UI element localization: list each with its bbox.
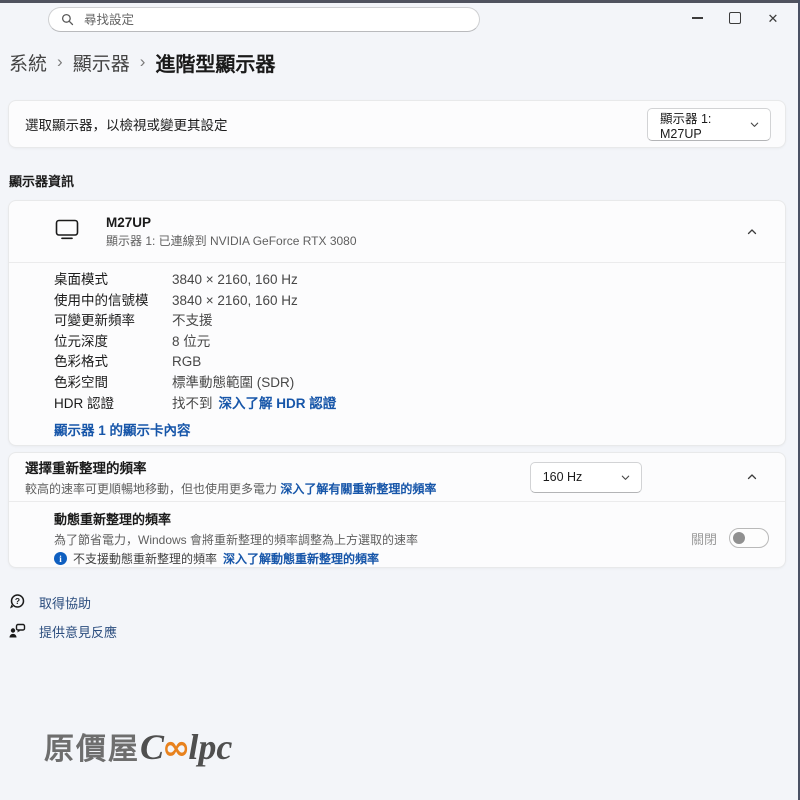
detail-value: 找不到深入了解 HDR 認證 — [172, 394, 336, 415]
detail-label: 位元深度 — [54, 332, 159, 353]
hdr-learn-more-link[interactable]: 深入了解 HDR 認證 — [219, 396, 337, 411]
detail-value: 8 位元 — [172, 332, 210, 353]
close-button[interactable]: ✕ — [754, 6, 792, 30]
refresh-rate-title: 選擇重新整理的頻率 — [25, 457, 436, 477]
close-icon: ✕ — [768, 12, 779, 25]
toggle-state-label: 關閉 — [691, 529, 717, 548]
dynamic-refresh-row: 動態重新整理的頻率 為了節省電力，Windows 會將重新整理的頻率調整為上方選… — [9, 502, 785, 567]
display-adapter-properties-link[interactable]: 顯示器 1 的顯示卡內容 — [54, 419, 191, 439]
refresh-rate-subtitle: 較高的速率可更順暢地移動，但也使用更多電力 深入了解有關重新整理的頻率 — [25, 480, 436, 497]
search-box[interactable] — [48, 7, 480, 32]
watermark-latin-c: C — [140, 726, 164, 768]
select-display-label: 選取顯示器，以檢視或變更其設定 — [25, 114, 228, 134]
detail-value: 3840 × 2160, 160 Hz — [172, 270, 298, 291]
coolpc-watermark: 原價屋 C ∞ lpc — [44, 724, 232, 768]
chevron-up-icon — [746, 471, 758, 483]
minimize-icon — [692, 17, 703, 19]
settings-window: ✕ 系統 › 顯示器 › 進階型顯示器 選取顯示器，以檢視或變更其設定 顯示器 … — [0, 0, 800, 800]
chevron-down-icon — [620, 472, 631, 483]
dynamic-refresh-title: 動態重新整理的頻率 — [54, 509, 418, 528]
maximize-icon — [729, 12, 741, 24]
detail-label: 可變更新頻率 — [54, 311, 159, 332]
breadcrumb-separator-icon: › — [56, 52, 64, 72]
page-title: 進階型顯示器 — [155, 48, 275, 77]
dynamic-refresh-note-text: 不支援動態重新整理的頻率 — [73, 550, 217, 567]
get-help-row[interactable]: ? 取得協助 — [8, 590, 91, 614]
detail-row-desktop-mode: 桌面模式 3840 × 2160, 160 Hz — [54, 270, 769, 291]
collapse-expander-button[interactable] — [735, 226, 769, 238]
display-details-list: 桌面模式 3840 × 2160, 160 Hz 使用中的信號模式 3840 ×… — [9, 263, 785, 414]
detail-label: HDR 認證 — [54, 394, 159, 415]
info-icon: i — [54, 552, 67, 565]
refresh-rate-row: 選擇重新整理的頻率 較高的速率可更順暢地移動，但也使用更多電力 深入了解有關重新… — [9, 453, 785, 501]
refresh-rate-dropdown[interactable]: 160 Hz — [530, 462, 642, 493]
chevron-down-icon — [749, 119, 760, 130]
refresh-expander-button[interactable] — [735, 471, 769, 483]
breadcrumb-system[interactable]: 系統 — [9, 49, 47, 76]
detail-row-signal-mode: 使用中的信號模式 3840 × 2160, 160 Hz — [54, 291, 769, 312]
monitor-name: M27UP — [106, 215, 357, 230]
chevron-up-icon — [746, 226, 758, 238]
breadcrumb-separator-icon: › — [139, 52, 147, 72]
get-help-link[interactable]: 取得協助 — [39, 593, 91, 612]
search-input[interactable] — [82, 12, 467, 28]
refresh-rate-card: 選擇重新整理的頻率 較高的速率可更順暢地移動，但也使用更多電力 深入了解有關重新… — [8, 452, 786, 568]
detail-label: 桌面模式 — [54, 270, 159, 291]
detail-row-color-space: 色彩空間 標準動態範圍 (SDR) — [54, 373, 769, 394]
detail-value: 標準動態範圍 (SDR) — [172, 373, 294, 394]
display-select-dropdown[interactable]: 顯示器 1: M27UP — [647, 108, 771, 141]
dynamic-refresh-note: i 不支援動態重新整理的頻率 深入了解動態重新整理的頻率 — [54, 550, 418, 567]
detail-row-variable-refresh: 可變更新頻率 不支援 — [54, 311, 769, 332]
help-icon: ? — [8, 593, 26, 611]
detail-label: 色彩格式 — [54, 352, 159, 373]
breadcrumb: 系統 › 顯示器 › 進階型顯示器 — [9, 48, 275, 77]
dynamic-refresh-subtitle: 為了節省電力，Windows 會將重新整理的頻率調整為上方選取的速率 — [54, 531, 418, 548]
display-info-header[interactable]: M27UP 顯示器 1: 已連線到 NVIDIA GeForce RTX 308… — [9, 201, 785, 262]
detail-label: 使用中的信號模式 — [54, 291, 159, 312]
search-icon — [61, 13, 74, 26]
dynamic-refresh-toggle[interactable] — [729, 528, 769, 548]
feedback-icon — [8, 622, 26, 640]
detail-label: 色彩空間 — [54, 373, 159, 394]
breadcrumb-display[interactable]: 顯示器 — [73, 49, 130, 76]
display-select-value: 顯示器 1: M27UP — [660, 108, 749, 141]
watermark-cjk-text: 原價屋 — [44, 724, 140, 768]
display-info-card: M27UP 顯示器 1: 已連線到 NVIDIA GeForce RTX 308… — [8, 200, 786, 446]
feedback-link[interactable]: 提供意見反應 — [39, 622, 117, 641]
detail-row-bit-depth: 位元深度 8 位元 — [54, 332, 769, 353]
svg-text:?: ? — [15, 596, 20, 606]
maximize-button[interactable] — [716, 6, 754, 30]
infinity-icon: ∞ — [162, 728, 190, 768]
monitor-connection: 顯示器 1: 已連線到 NVIDIA GeForce RTX 3080 — [106, 232, 357, 249]
detail-row-color-format: 色彩格式 RGB — [54, 352, 769, 373]
detail-row-hdr-certification: HDR 認證 找不到深入了解 HDR 認證 — [54, 394, 769, 415]
refresh-rate-value: 160 Hz — [543, 470, 583, 484]
feedback-row[interactable]: 提供意見反應 — [8, 619, 117, 643]
dynamic-refresh-learn-more-link[interactable]: 深入了解動態重新整理的頻率 — [223, 550, 379, 567]
monitor-icon — [55, 218, 80, 245]
watermark-latin-rest: lpc — [188, 726, 232, 768]
window-top-edge — [0, 0, 800, 3]
section-title-display-info: 顯示器資訊 — [9, 171, 74, 190]
refresh-rate-learn-more-link[interactable]: 深入了解有關重新整理的頻率 — [280, 482, 436, 496]
detail-value: RGB — [172, 352, 201, 373]
select-display-card: 選取顯示器，以檢視或變更其設定 顯示器 1: M27UP — [8, 100, 786, 148]
minimize-button[interactable] — [678, 6, 716, 30]
window-controls: ✕ — [678, 6, 792, 30]
detail-value: 不支援 — [172, 311, 213, 332]
detail-value: 3840 × 2160, 160 Hz — [172, 291, 298, 312]
toggle-knob — [733, 532, 745, 544]
